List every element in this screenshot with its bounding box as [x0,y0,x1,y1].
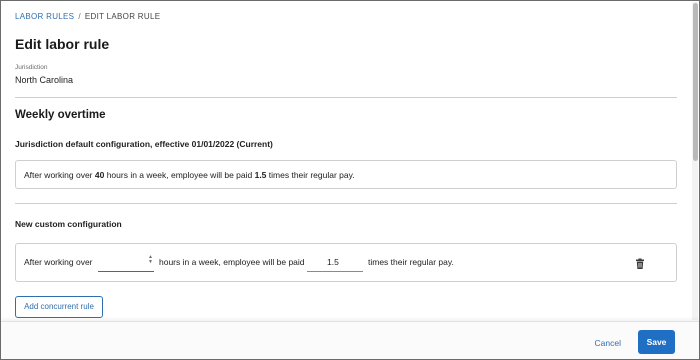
app-frame: LABOR RULES / EDIT LABOR RULE Edit labor r… [0,0,700,360]
add-concurrent-rule-button[interactable]: Add concurrent rule [15,296,103,318]
breadcrumb-labor-rules-link[interactable]: LABOR RULES [15,12,74,21]
custom-config-card: After working over hours in a week, empl… [15,243,677,282]
default-rule-multiplier: 1.5 [254,170,267,180]
trash-icon[interactable] [634,257,646,269]
page-title: Edit labor rule [15,36,110,52]
jurisdiction-label: Jurisdiction [15,64,48,71]
section-divider [15,97,677,98]
default-rule-middle: hours in a week, employee will be paid [104,170,255,180]
cancel-button[interactable]: Cancel [595,338,621,348]
custom-config-heading: New custom configuration [15,219,122,229]
custom-rule-suffix: times their regular pay. [368,257,454,267]
custom-rule-middle: hours in a week, employee will be paid [159,257,305,267]
default-rule-text: After working over 40 hours in a week, e… [24,170,355,180]
scrollbar-thumb[interactable] [693,3,698,161]
stepper-arrows-icon[interactable]: ▲ ▼ [148,255,153,265]
hours-input[interactable]: ▲ ▼ [98,252,154,272]
footer-bar: Cancel Save [1,321,699,359]
section-divider [15,203,677,204]
default-rule-hours: 40 [94,170,105,180]
default-rule-suffix: times their regular pay. [266,170,355,180]
default-config-card: After working over 40 hours in a week, e… [15,160,677,189]
breadcrumb: LABOR RULES / EDIT LABOR RULE [15,12,160,21]
breadcrumb-current: EDIT LABOR RULE [84,12,161,21]
breadcrumb-separator: / [78,12,81,21]
multiplier-input[interactable]: 1.5 [307,252,363,272]
multiplier-value: 1.5 [327,257,339,267]
save-button[interactable]: Save [638,330,675,354]
jurisdiction-value: North Carolina [15,75,74,85]
custom-rule-prefix: After working over [24,257,93,267]
default-rule-prefix: After working over [24,170,95,180]
default-config-heading: Jurisdiction default configuration, effe… [15,139,273,149]
weekly-overtime-title: Weekly overtime [15,109,106,121]
